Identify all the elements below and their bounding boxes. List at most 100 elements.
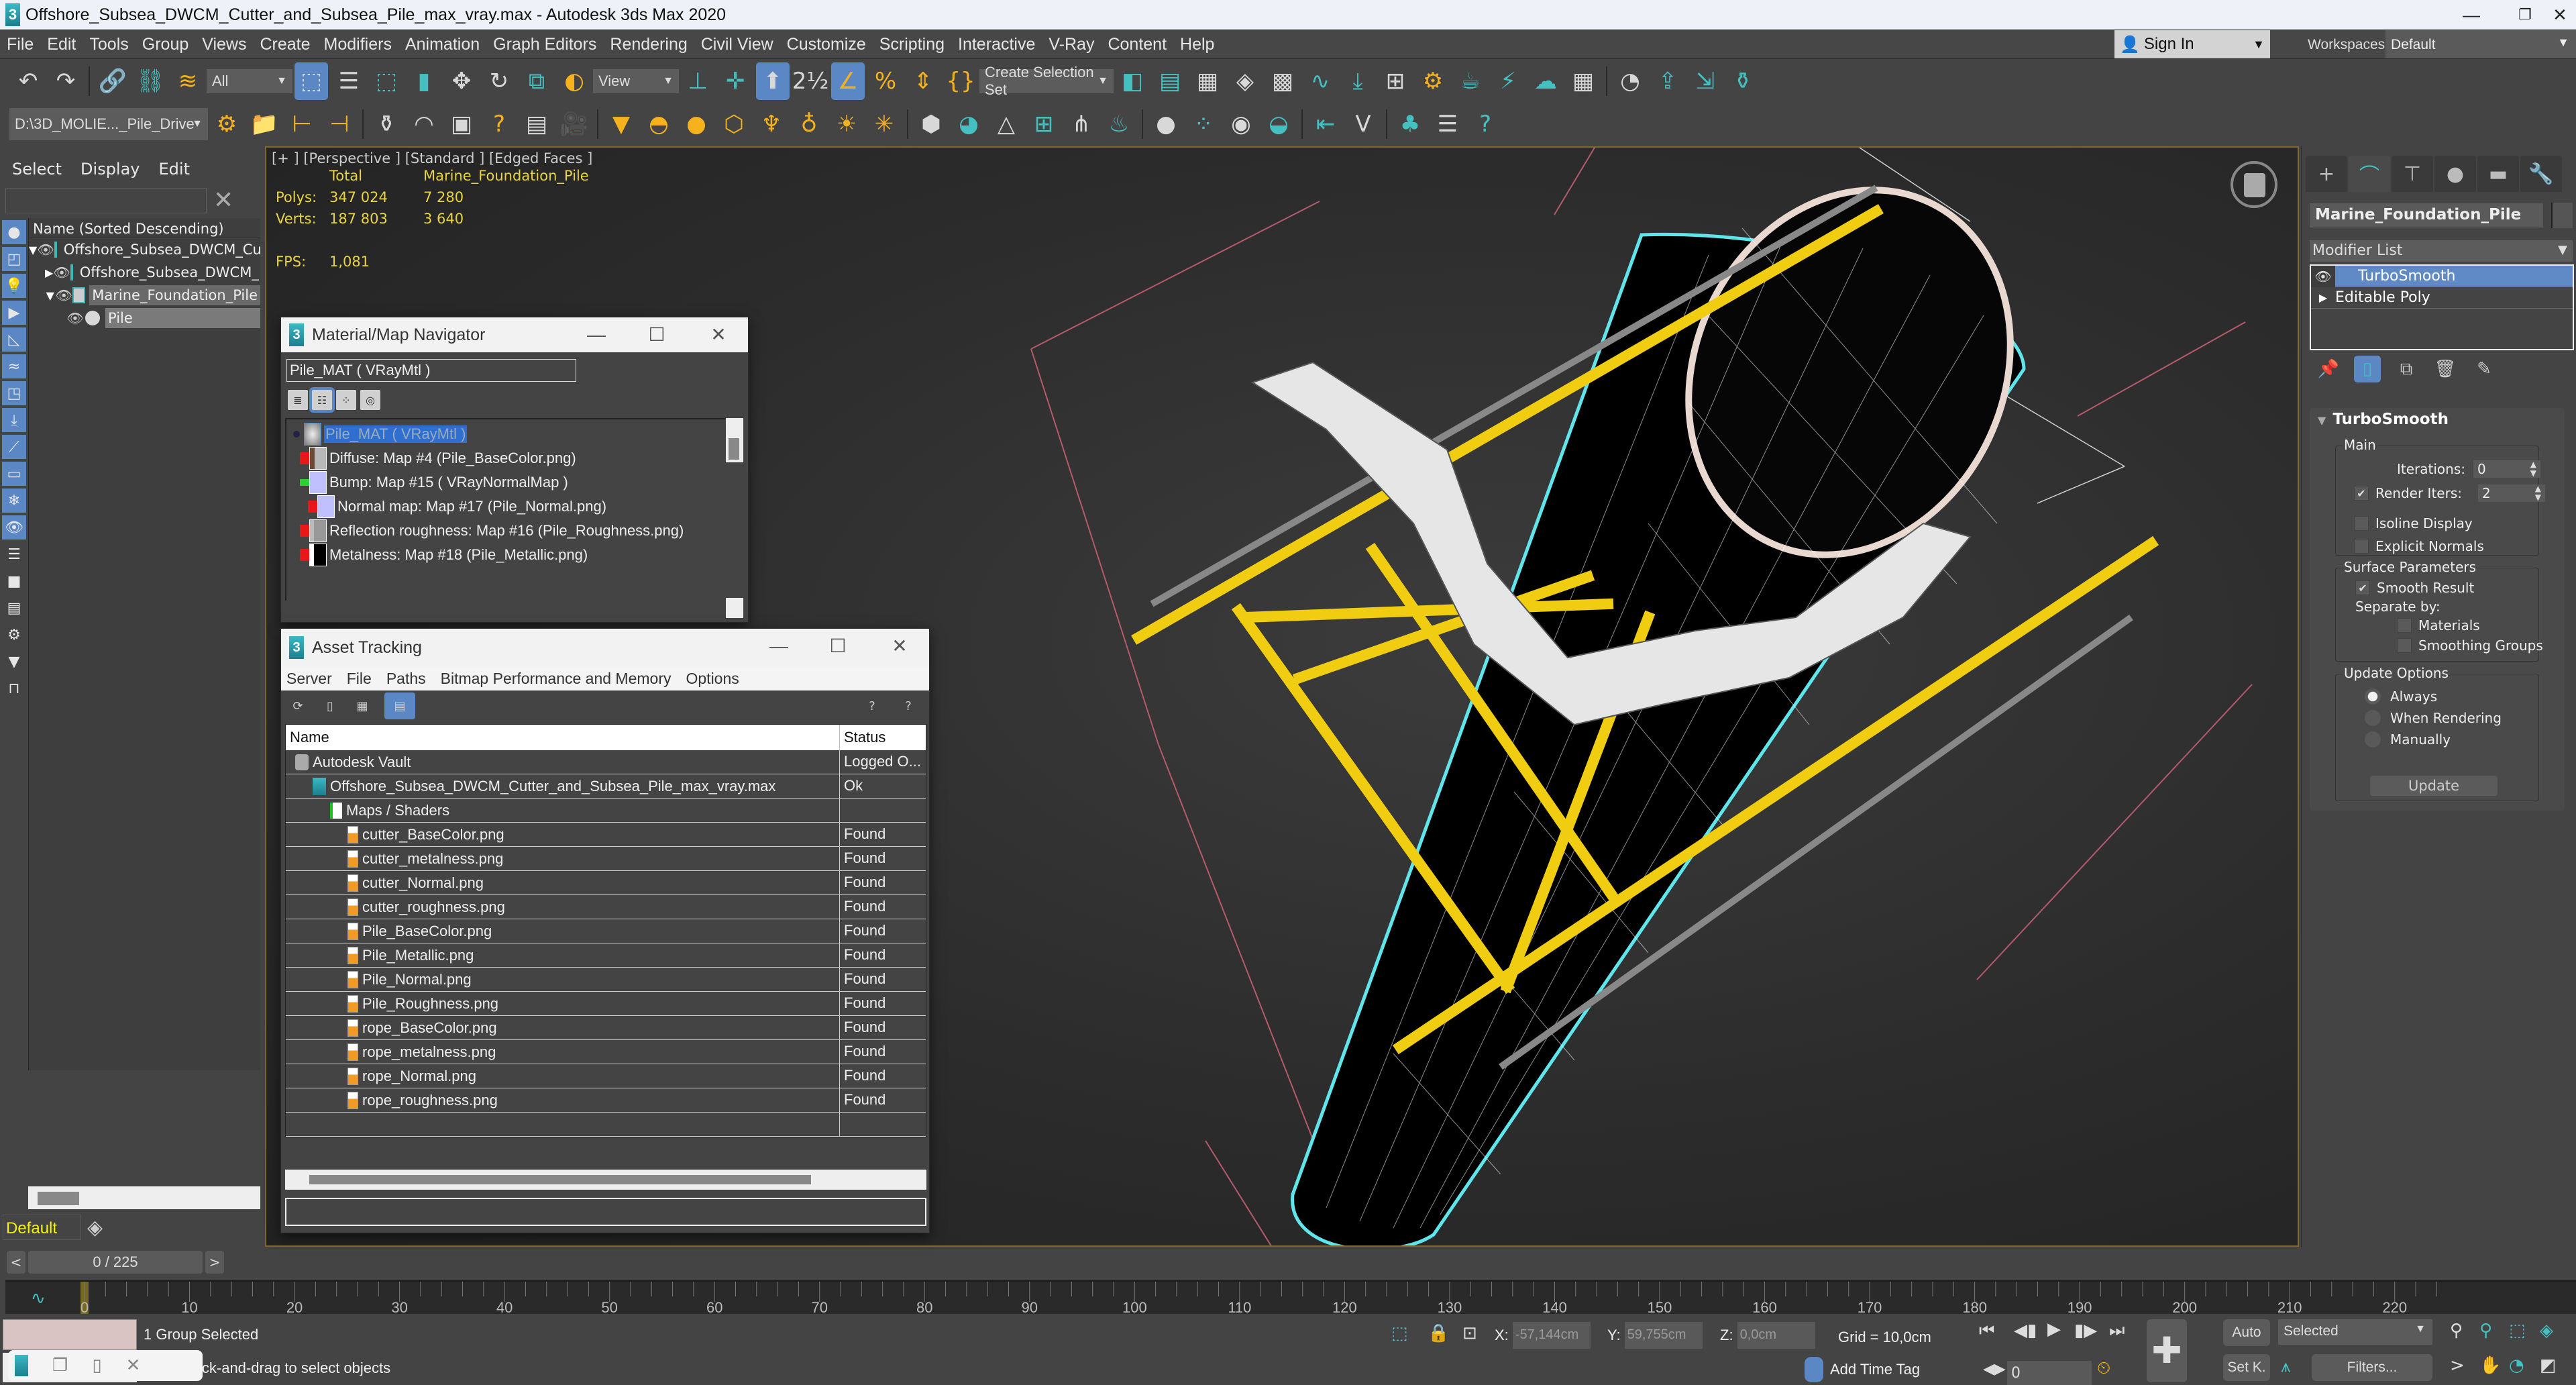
modifier-list-select[interactable]: Modifier List ▼	[2310, 240, 2573, 262]
update-always-row[interactable]: Always	[2365, 688, 2437, 705]
create-tab-icon[interactable]: +	[2306, 156, 2347, 192]
track-bar[interactable]: ∿ 0 10 20 30 40 50 60 70 80 90 100 110 120 130 140 150 1…	[5, 1280, 2576, 1314]
column-header-status[interactable]: Status	[840, 725, 890, 750]
scene-search-input[interactable]	[5, 188, 207, 213]
key-filters-button[interactable]: Filters...	[2312, 1354, 2432, 1381]
filter-settings-icon[interactable]: ⚙	[2, 623, 26, 647]
update-button[interactable]: Update	[2370, 776, 2498, 796]
toggle-ribbon-icon[interactable]: ▩	[1266, 62, 1299, 100]
asset-horizontal-scrollbar[interactable]	[285, 1170, 926, 1190]
redo-icon[interactable]: ↷	[49, 62, 83, 100]
keyboard-shortcut-override-icon[interactable]: ⬆	[756, 62, 790, 100]
vray-frame-buffer-icon[interactable]: ◔	[1613, 62, 1647, 100]
layer-explorer-icon[interactable]: ◈	[1228, 62, 1262, 100]
vray-mesh-light-icon[interactable]: ⬡	[717, 105, 751, 143]
expand-arrow-icon[interactable]: ▶	[2311, 291, 2335, 304]
workspace-select[interactable]: Default ▼	[2385, 30, 2576, 58]
link-icon[interactable]: 🔗	[96, 62, 129, 100]
close-icon[interactable]: ✕	[126, 1355, 141, 1376]
close-button[interactable]: ✕	[698, 317, 739, 352]
next-key-icon[interactable]: ▮▶	[2074, 1321, 2097, 1341]
menu-file[interactable]: File	[347, 670, 372, 688]
vray-sun-icon[interactable]: ☀	[830, 105, 863, 143]
asset-row[interactable]: Pile_Normal.png Found	[286, 968, 926, 992]
view-list-icon[interactable]: ≣	[288, 390, 308, 410]
mirror-icon[interactable]: ◧	[1116, 62, 1149, 100]
visibility-eye-icon[interactable]: 👁	[37, 242, 54, 258]
asset-row[interactable]	[286, 1113, 926, 1137]
vray-lister-icon[interactable]: ?	[482, 105, 516, 143]
shapes-filter-icon[interactable]: ◰	[2, 247, 26, 271]
material-vertical-scrollbar[interactable]	[726, 418, 743, 462]
asset-row[interactable]: rope_roughness.png Found	[286, 1088, 926, 1113]
map-row[interactable]: Diffuse: Map #4 (Pile_BaseColor.png)	[300, 446, 576, 470]
menu-paths[interactable]: Paths	[386, 670, 426, 688]
menu-customize[interactable]: Customize	[780, 35, 873, 54]
modifier-stack-item[interactable]: 👁 TurboSmooth	[2311, 265, 2573, 287]
material-editor-icon[interactable]: ⊞	[1379, 62, 1412, 100]
menu-server[interactable]: Server	[286, 670, 332, 688]
vray-ambient-light-icon[interactable]: ♁	[792, 105, 826, 143]
vray-plane-light-icon[interactable]: ▼	[604, 105, 638, 143]
menu-create[interactable]: Create	[254, 35, 317, 54]
asset-row[interactable]: Pile_BaseColor.png Found	[286, 919, 926, 943]
view-small-icons-icon[interactable]: ⁘	[336, 390, 356, 410]
material-navigator-titlebar[interactable]: 3 Material/Map Navigator — ☐ ✕	[281, 317, 748, 352]
vray-plane-icon[interactable]: △	[989, 105, 1023, 143]
scene-row[interactable]: ▶ 👁 Offshore_Subsea_DWCM_	[29, 261, 260, 284]
forest-list-icon[interactable]: ☰	[1431, 105, 1464, 143]
map-row[interactable]: Metalness: Map #18 (Pile_Metallic.png)	[300, 543, 588, 567]
collapse-arrow-icon[interactable]: ▶	[45, 266, 53, 279]
key-tangents-icon[interactable]: ⩚	[2281, 1357, 2291, 1378]
vray-material-library-icon[interactable]: ⁘	[1187, 105, 1220, 143]
absolute-mode-icon[interactable]: ⊡	[1462, 1323, 1477, 1343]
rect-selection-icon[interactable]: ⬚	[370, 62, 403, 100]
rollout-title[interactable]: ▼ TurboSmooth	[2318, 411, 2449, 428]
smooth-result-checkbox[interactable]: ✔	[2355, 580, 2370, 595]
project-folder-icon[interactable]: 📁	[248, 105, 281, 143]
menu-content[interactable]: Content	[1101, 35, 1173, 54]
auto-key-button[interactable]: Auto	[2223, 1319, 2270, 1346]
zoom-icon[interactable]: ⚲	[2450, 1321, 2463, 1341]
vray-vfb-icon[interactable]: ▣	[445, 105, 478, 143]
select-by-name-icon[interactable]: ☰	[332, 62, 366, 100]
asset-row[interactable]: rope_metalness.png Found	[286, 1040, 926, 1064]
modify-tab-icon[interactable]: ⌒	[2349, 156, 2390, 192]
visibility-eye-icon[interactable]: 👁	[65, 310, 85, 326]
menu-file[interactable]: File	[0, 35, 40, 54]
asset-path-field[interactable]	[285, 1198, 926, 1226]
named-selection-set-select[interactable]: Create Selection Set ▼	[979, 64, 1114, 98]
select-object-icon[interactable]: ⬚	[294, 62, 328, 100]
set-key-button[interactable]: Set K.	[2223, 1354, 2270, 1381]
asset-row[interactable]: Pile_Roughness.png Found	[286, 992, 926, 1016]
help-about-icon[interactable]: ?	[898, 695, 918, 717]
smoothing-groups-checkbox[interactable]	[2397, 638, 2412, 653]
material-name-field[interactable]: Pile_MAT ( VRayMtl )	[286, 359, 576, 382]
window-crossing-icon[interactable]: ▮	[407, 62, 441, 100]
previous-key-icon[interactable]: ◀▮	[2014, 1321, 2037, 1341]
material-root-row[interactable]: Pile_MAT ( VRayMtl )	[293, 422, 468, 446]
vray-material-sphere-icon[interactable]: ●	[1149, 105, 1183, 143]
bind-space-warp-icon[interactable]: ≋	[171, 62, 205, 100]
layer-select[interactable]: Default	[3, 1215, 81, 1240]
maximize-viewport-icon[interactable]: ◩	[2540, 1355, 2557, 1376]
modifier-stack-item[interactable]: ▶ Editable Poly	[2311, 287, 2573, 309]
motion-tab-icon[interactable]: ●	[2434, 156, 2476, 192]
helpers-filter-icon[interactable]: ◺	[2, 327, 26, 352]
menu-v-ray[interactable]: V-Ray	[1042, 35, 1101, 54]
vray-export-icon[interactable]: ⇲	[1688, 62, 1722, 100]
vray-instancer-icon[interactable]: ⊞	[1027, 105, 1061, 143]
isoline-display-checkbox[interactable]	[2354, 516, 2369, 531]
layer-icon[interactable]: ⊓	[2, 676, 26, 701]
maximize-button[interactable]: ☐	[637, 317, 677, 352]
expand-arrow-icon[interactable]: ▼	[45, 289, 55, 302]
help-icon[interactable]: ?	[862, 695, 882, 717]
current-frame-field[interactable]: 0	[2007, 1361, 2092, 1385]
next-frame-button[interactable]: >	[205, 1251, 224, 1274]
menu-bitmap-performance[interactable]: Bitmap Performance and Memory	[441, 670, 672, 688]
z-field[interactable]: 0,0cm	[1737, 1322, 1815, 1349]
menu-rendering[interactable]: Rendering	[603, 35, 694, 54]
display-none-icon[interactable]: ■	[2, 569, 26, 593]
scene-column-header[interactable]: Name (Sorted Descending)	[29, 218, 260, 238]
key-filter-select[interactable]: Selected ▼	[2278, 1319, 2432, 1345]
